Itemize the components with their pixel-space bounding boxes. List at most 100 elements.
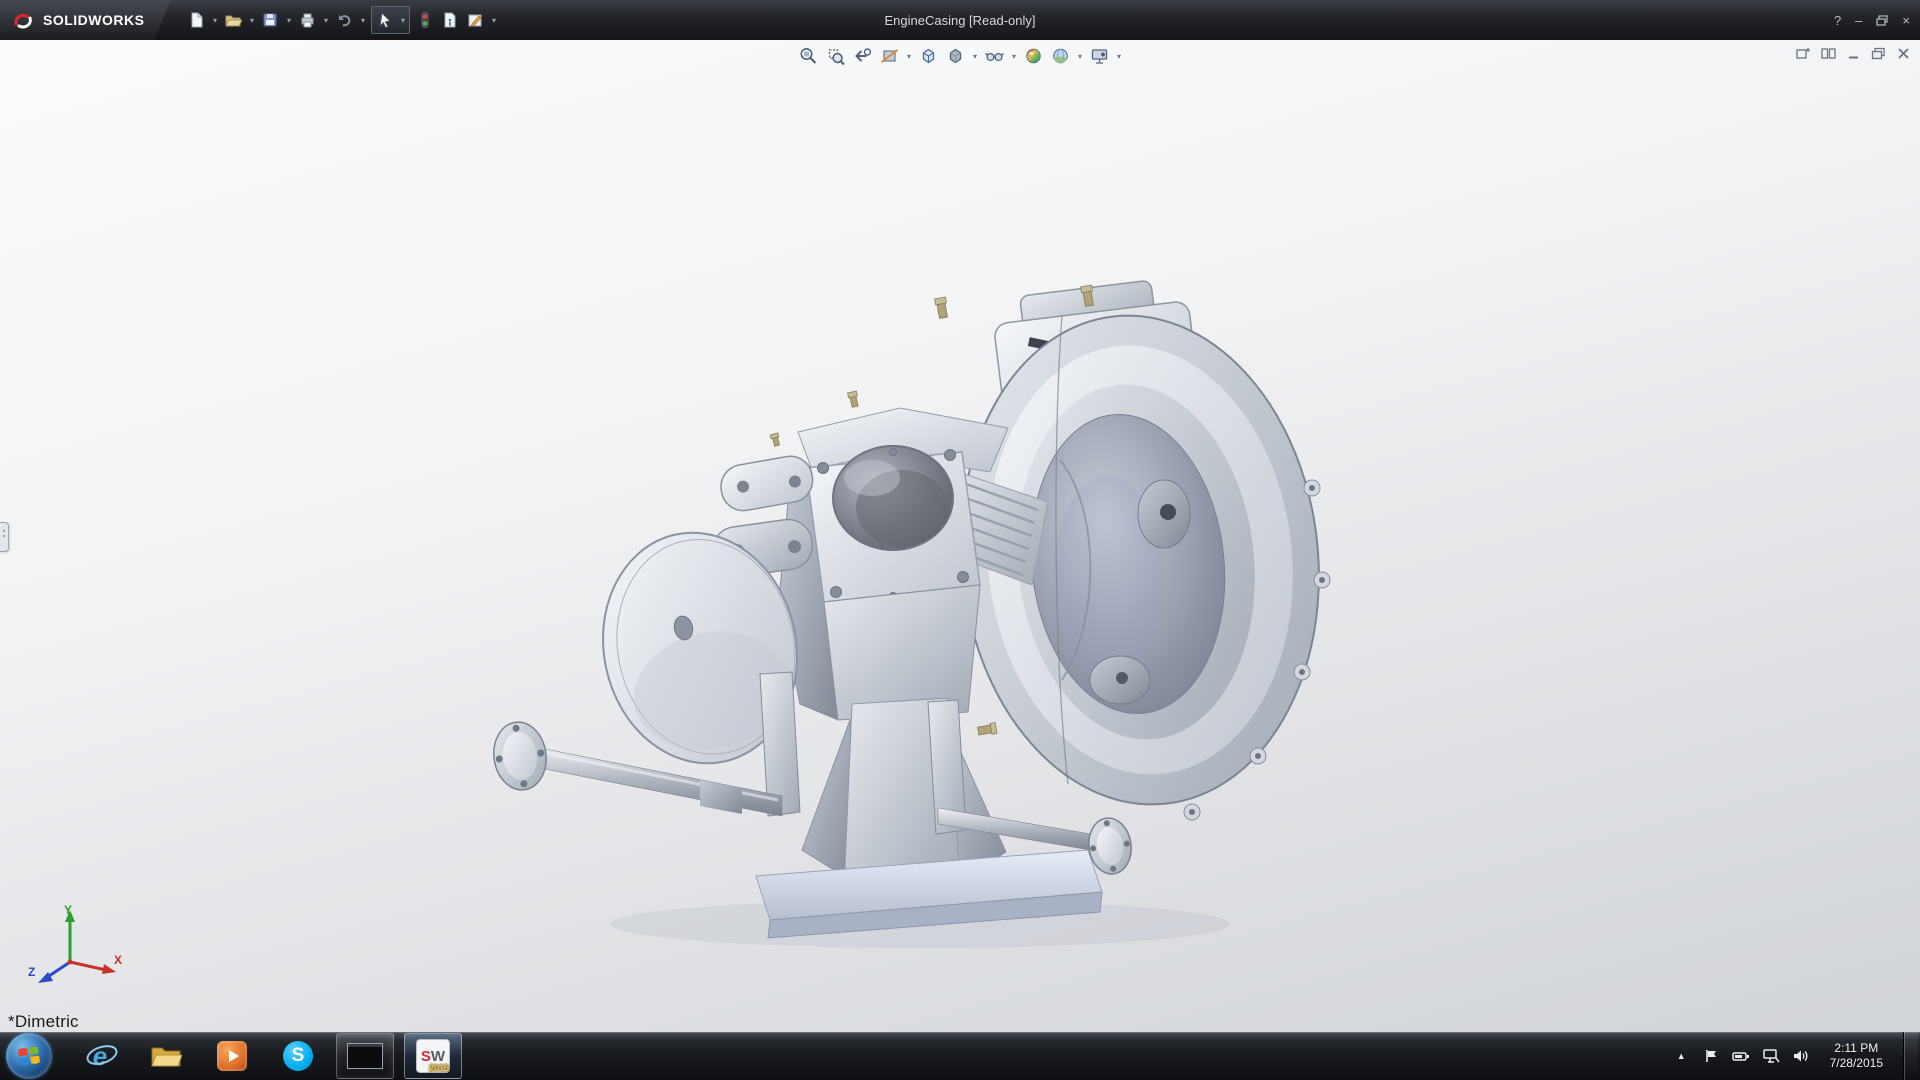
power-icon[interactable] xyxy=(1732,1047,1750,1065)
taskbar-solidworks[interactable]: SW 2015 xyxy=(404,1033,462,1079)
zoom-to-area-button[interactable] xyxy=(824,44,848,68)
display-style-dropdown[interactable]: ▾ xyxy=(971,52,980,61)
select-button[interactable] xyxy=(373,7,397,33)
previous-view-button[interactable] xyxy=(851,44,875,68)
window-title: EngineCasing [Read-only] xyxy=(884,13,1035,28)
clock-time: 2:11 PM xyxy=(1834,1041,1878,1056)
app-brand: SOLIDWORKS xyxy=(0,0,170,40)
close-document-button[interactable] xyxy=(1894,45,1912,61)
zoom-to-area-icon xyxy=(826,46,846,66)
show-hidden-icons-button[interactable]: ▲ xyxy=(1673,1047,1690,1065)
network-icon[interactable] xyxy=(1762,1047,1780,1065)
featuremanager-splitter-handle[interactable] xyxy=(0,522,9,552)
triad-x-label: X xyxy=(114,953,122,967)
undo-icon xyxy=(335,11,353,29)
view-orientation-button[interactable] xyxy=(917,44,941,68)
restore-button[interactable] xyxy=(1876,15,1888,26)
system-tray: ▲ xyxy=(1673,1032,1920,1080)
save-dropdown[interactable]: ▾ xyxy=(283,16,294,25)
print-icon xyxy=(298,11,316,29)
sketch-options-button[interactable] xyxy=(463,7,487,33)
new-document-button[interactable] xyxy=(184,7,208,33)
taskbar: e S SW 2015 xyxy=(0,1032,1920,1080)
new-window-button[interactable] xyxy=(1794,45,1812,61)
clock-date: 7/28/2015 xyxy=(1830,1056,1883,1071)
display-style-icon xyxy=(946,46,966,66)
view-settings-button[interactable] xyxy=(1088,44,1112,68)
print-dropdown[interactable]: ▾ xyxy=(320,16,331,25)
document-window-controls xyxy=(1794,45,1912,61)
close-button[interactable]: × xyxy=(1902,13,1910,28)
taskbar-clock[interactable]: 2:11 PM 7/28/2015 xyxy=(1822,1041,1891,1071)
solidworks-year-badge: 2015 xyxy=(429,1063,449,1073)
select-cursor-icon xyxy=(376,11,394,29)
taskbar-command-prompt[interactable] xyxy=(336,1033,394,1079)
view-settings-icon xyxy=(1090,46,1110,66)
taskbar-windows-explorer[interactable] xyxy=(138,1034,194,1078)
screen: SOLIDWORKS ▾ ▾ ▾ xyxy=(0,0,1920,1080)
media-player-icon xyxy=(217,1041,247,1071)
open-button[interactable] xyxy=(221,7,245,33)
section-view-button[interactable] xyxy=(878,44,902,68)
minimize-document-icon xyxy=(1846,47,1861,60)
solidworks-app-icon: SW 2015 xyxy=(416,1039,450,1073)
taskbar-internet-explorer[interactable]: e xyxy=(72,1034,128,1078)
restore-document-button[interactable] xyxy=(1869,45,1887,61)
volume-icon[interactable] xyxy=(1792,1047,1810,1065)
engine-casing-model xyxy=(0,40,1920,1032)
command-prompt-icon xyxy=(347,1043,383,1069)
main-toolbar: ▾ ▾ ▾ ▾ xyxy=(184,6,499,34)
zoom-to-fit-icon xyxy=(799,46,819,66)
orientation-triad[interactable]: Y X Z xyxy=(26,902,122,988)
ie-orbit-ring xyxy=(85,1043,119,1067)
hide-show-items-dropdown[interactable]: ▾ xyxy=(1010,52,1019,61)
print-button[interactable] xyxy=(295,7,319,33)
tile-windows-button[interactable] xyxy=(1819,45,1837,61)
taskbar-skype[interactable]: S xyxy=(270,1034,326,1078)
display-style-button[interactable] xyxy=(944,44,968,68)
select-tool-group: ▾ xyxy=(371,6,410,34)
hide-show-items-button[interactable] xyxy=(983,44,1007,68)
sketch-options-dropdown[interactable]: ▾ xyxy=(488,16,499,25)
edit-appearance-icon xyxy=(1024,46,1044,66)
help-button[interactable]: ? xyxy=(1834,13,1841,28)
view-orientation-icon xyxy=(919,46,939,66)
previous-view-icon xyxy=(853,46,873,66)
undo-dropdown[interactable]: ▾ xyxy=(357,16,368,25)
graphics-viewport[interactable]: ▾ ▾ xyxy=(0,40,1920,1032)
view-settings-dropdown[interactable]: ▾ xyxy=(1115,52,1124,61)
select-dropdown[interactable]: ▾ xyxy=(397,16,408,25)
open-folder-icon xyxy=(224,11,242,29)
rebuild-button[interactable] xyxy=(413,7,437,33)
edit-appearance-button[interactable] xyxy=(1022,44,1046,68)
start-button[interactable] xyxy=(6,1033,52,1079)
taskbar-media-player[interactable] xyxy=(204,1034,260,1078)
solidworks-logo-icon xyxy=(12,11,36,29)
minimize-document-button[interactable] xyxy=(1844,45,1862,61)
titlebar: SOLIDWORKS ▾ ▾ ▾ xyxy=(0,0,1920,40)
file-properties-button[interactable] xyxy=(438,7,462,33)
tile-windows-icon xyxy=(1821,47,1836,60)
restore-document-icon xyxy=(1871,47,1886,60)
open-dropdown[interactable]: ▾ xyxy=(246,16,257,25)
apply-scene-button[interactable] xyxy=(1049,44,1073,68)
section-view-icon xyxy=(880,46,900,66)
minimize-button[interactable]: – xyxy=(1855,13,1862,28)
action-center-flag-icon[interactable] xyxy=(1702,1047,1720,1065)
apply-scene-dropdown[interactable]: ▾ xyxy=(1076,52,1085,61)
undo-button[interactable] xyxy=(332,7,356,33)
view-orientation-label: *Dimetric xyxy=(8,1012,79,1032)
save-icon xyxy=(261,11,279,29)
save-button[interactable] xyxy=(258,7,282,33)
triad-y-label: Y xyxy=(64,903,72,917)
zoom-to-fit-button[interactable] xyxy=(797,44,821,68)
new-document-dropdown[interactable]: ▾ xyxy=(209,16,220,25)
new-document-icon xyxy=(187,11,205,29)
internet-explorer-icon: e xyxy=(93,1043,107,1069)
new-window-icon xyxy=(1796,47,1811,60)
show-desktop-button[interactable] xyxy=(1903,1032,1918,1080)
folder-icon xyxy=(150,1043,182,1069)
rebuild-icon xyxy=(416,11,434,29)
section-view-dropdown[interactable]: ▾ xyxy=(905,52,914,61)
windows-logo-icon xyxy=(16,1043,42,1069)
